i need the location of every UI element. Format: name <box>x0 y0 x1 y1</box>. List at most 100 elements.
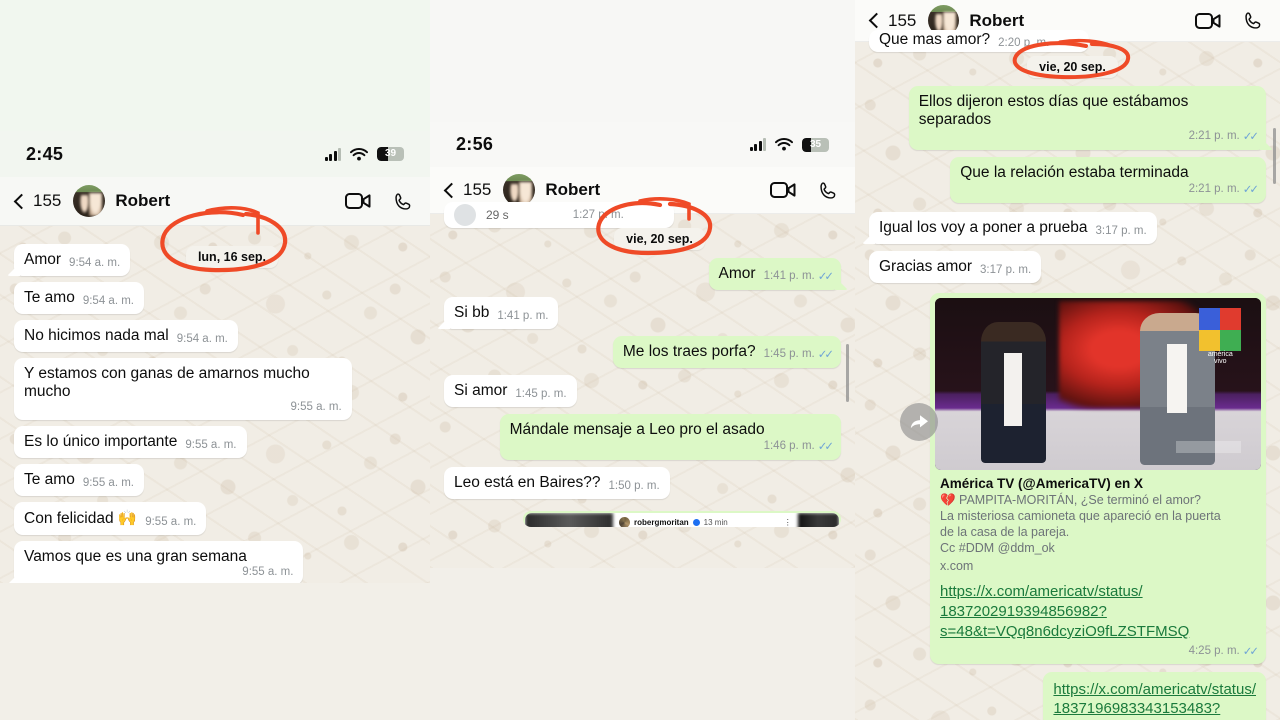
message-bubble[interactable]: https://x.com/americatv/status/ 18371969… <box>1043 671 1266 720</box>
america-tv-logo: américa vivo <box>1199 308 1242 365</box>
link-url-line-1[interactable]: https://x.com/americatv/status/ <box>940 582 1256 602</box>
voice-call-icon[interactable] <box>393 191 414 212</box>
voice-call-icon[interactable] <box>818 180 839 201</box>
link-url-line-3[interactable]: s=48&t=VQq8n6dcyziO9fLZSTFMSQ <box>940 622 1256 642</box>
message-time: 1:45 p. m. <box>515 388 567 400</box>
message-row[interactable]: Igual los voy a poner a prueba 3:17 p. m… <box>869 212 1266 244</box>
message-row[interactable]: Gracias amor 3:17 p. m. <box>869 251 1266 283</box>
verified-badge-icon <box>692 518 700 526</box>
message-text: Ellos dijeron estos días que estábamos s… <box>918 93 1189 128</box>
back-button-right[interactable]: 155 <box>868 11 916 31</box>
avatar[interactable] <box>73 185 106 217</box>
voice-call-icon[interactable] <box>1243 10 1264 31</box>
link-preview-text[interactable]: América TV (@AmericaTV) en X 💔 PAMPITA-M… <box>935 470 1261 574</box>
message-row[interactable]: Que la relación estaba terminada 2:21 p.… <box>869 157 1266 203</box>
message-row[interactable]: Amor 1:41 p. m. ✓✓ <box>444 258 841 290</box>
message-row[interactable]: https://x.com/americatv/status/ 18371969… <box>869 671 1266 720</box>
message-bubble[interactable]: No hicimos nada mal 9:54 a. m. <box>14 320 238 352</box>
chevron-left-icon <box>868 12 885 29</box>
message-text: Que la relación estaba terminada <box>960 164 1189 181</box>
instagram-story-strip[interactable]: robergmoritan 13 min ⋮ <box>525 513 839 527</box>
message-row[interactable]: Te amo 9:54 a. m. <box>14 282 416 314</box>
message-bubble[interactable]: Te amo 9:54 a. m. <box>14 282 144 314</box>
message-text: Vamos que es una gran semana <box>24 548 247 565</box>
message-text: Leo está en Baires?? <box>454 474 601 491</box>
message-row[interactable]: Si bb 1:41 p. m. <box>444 297 841 329</box>
message-row[interactable]: Es lo único importante 9:55 a. m. <box>14 426 416 458</box>
message-bubble[interactable]: Igual los voy a poner a prueba 3:17 p. m… <box>869 212 1157 244</box>
chat-scrollbar-middle[interactable] <box>846 344 849 402</box>
story-preview-bubble[interactable]: robergmoritan 13 min ⋮ <box>523 511 841 527</box>
video-call-icon[interactable] <box>770 181 796 199</box>
back-button-middle[interactable]: 155 <box>443 180 491 200</box>
battery-icon: 39 <box>377 147 404 161</box>
message-bubble[interactable]: Ellos dijeron estos días que estábamos s… <box>908 86 1266 150</box>
status-time: 2:56 <box>456 134 494 154</box>
message-bubble[interactable]: Te amo 9:55 a. m. <box>14 464 144 496</box>
message-list-left[interactable]: lun, 16 sep. Amor 9:54 a. m. Te amo 9:54… <box>0 226 430 583</box>
story-thumb-left <box>525 513 613 527</box>
message-time: 1:41 p. m. <box>497 310 549 322</box>
message-bubble[interactable]: Gracias amor 3:17 p. m. <box>869 251 1042 283</box>
message-bubble[interactable]: Amor 1:41 p. m. ✓✓ <box>708 258 841 290</box>
contact-name[interactable]: Robert <box>115 191 170 211</box>
message-row[interactable]: Vamos que es una gran semana 9:55 a. m. <box>14 541 416 583</box>
message-bubble[interactable]: Leo está en Baires?? 1:50 p. m. <box>444 467 670 499</box>
contact-name[interactable]: Robert <box>969 11 1024 31</box>
link-preview-desc-2: La misteriosa camioneta que apareció en … <box>940 509 1221 524</box>
message-time: 3:17 p. m. <box>1095 225 1147 237</box>
video-call-icon[interactable] <box>345 192 371 210</box>
message-row[interactable]: Si amor 1:45 p. m. <box>444 375 841 407</box>
message-row[interactable]: Te amo 9:55 a. m. <box>14 464 416 496</box>
tv-studio-thumbnail[interactable]: américa vivo <box>935 298 1261 470</box>
message-meta: 9:54 a. m. <box>69 257 120 269</box>
message-bubble[interactable]: Es lo único importante 9:55 a. m. <box>14 426 247 458</box>
message-text: No hicimos nada mal <box>24 327 169 344</box>
message-row[interactable]: Con felicidad 🙌 9:55 a. m. <box>14 502 416 535</box>
message-bubble[interactable]: Amor 9:54 a. m. <box>14 244 131 276</box>
chat-scrollbar-right[interactable] <box>1273 128 1276 184</box>
read-receipt-icon: ✓✓ <box>817 349 834 361</box>
kebab-menu-icon[interactable]: ⋮ <box>784 518 792 527</box>
message-list-middle[interactable]: vie, 20 sep. Amor 1:41 p. m. ✓✓ Si bb 1:… <box>430 214 855 527</box>
link-preview-bubble[interactable]: américa vivo América TV (@AmericaTV) en … <box>930 293 1266 664</box>
link-preview-desc-1: 💔 PAMPITA-MORITÁN, ¿Se terminó el amor? <box>940 493 1201 508</box>
message-bubble[interactable]: Con felicidad 🙌 9:55 a. m. <box>14 502 207 535</box>
message-row[interactable]: Me los traes porfa? 1:45 p. m. ✓✓ <box>444 336 841 368</box>
message-row[interactable]: Mándale mensaje a Leo pro el asado 1:46 … <box>444 414 841 460</box>
forward-arrow-glyph <box>910 415 928 429</box>
message-list-right[interactable]: vie, 20 sep. Ellos dijeron estos días qu… <box>855 42 1280 720</box>
link-url-block[interactable]: https://x.com/americatv/status/ 18372029… <box>935 574 1261 641</box>
message-text: Te amo <box>24 289 75 306</box>
message-bubble[interactable]: Si amor 1:45 p. m. <box>444 375 577 407</box>
forward-arrow-icon[interactable] <box>900 403 938 441</box>
cellular-signal-icon <box>324 147 341 161</box>
message-row[interactable]: No hicimos nada mal 9:54 a. m. <box>14 320 416 352</box>
read-receipt-icon: ✓✓ <box>817 271 834 283</box>
message-bubble[interactable]: Vamos que es una gran semana 9:55 a. m. <box>14 541 304 583</box>
message-row[interactable]: Leo está en Baires?? 1:50 p. m. <box>444 467 841 499</box>
message-meta: 9:55 a. m. <box>83 477 134 489</box>
message-bubble[interactable]: Que la relación estaba terminada 2:21 p.… <box>950 157 1266 203</box>
link-preview-row[interactable]: américa vivo América TV (@AmericaTV) en … <box>869 293 1266 664</box>
story-preview-row[interactable]: robergmoritan 13 min ⋮ <box>444 511 841 527</box>
message-bubble[interactable]: Y estamos con ganas de amarnos mucho muc… <box>14 358 352 420</box>
link-url-line-2[interactable]: 1837196983343153483? <box>1053 699 1256 719</box>
message-time: 1:45 p. m. <box>763 348 815 360</box>
contact-name[interactable]: Robert <box>545 180 600 200</box>
message-bubble[interactable]: Si bb 1:41 p. m. <box>444 297 559 329</box>
message-bubble[interactable]: Mándale mensaje a Leo pro el asado 1:46 … <box>499 414 841 460</box>
message-row[interactable]: Ellos dijeron estos días que estábamos s… <box>869 86 1266 150</box>
story-username: robergmoritan <box>634 517 689 527</box>
link-url-line-2[interactable]: 1837202919394856982? <box>940 602 1256 622</box>
link-url-line-1[interactable]: https://x.com/americatv/status/ <box>1053 680 1256 700</box>
message-time: 9:55 a. m. <box>185 439 237 451</box>
message-text: Igual los voy a poner a prueba <box>879 219 1088 236</box>
wifi-icon <box>775 138 793 151</box>
message-row[interactable]: Y estamos con ganas de amarnos mucho muc… <box>14 358 416 420</box>
story-avatar <box>619 516 630 527</box>
message-meta: 3:17 p. m. <box>980 264 1031 276</box>
back-button-left[interactable]: 155 <box>13 191 61 211</box>
video-call-icon[interactable] <box>1195 12 1221 30</box>
message-bubble[interactable]: Me los traes porfa? 1:45 p. m. ✓✓ <box>612 336 841 368</box>
